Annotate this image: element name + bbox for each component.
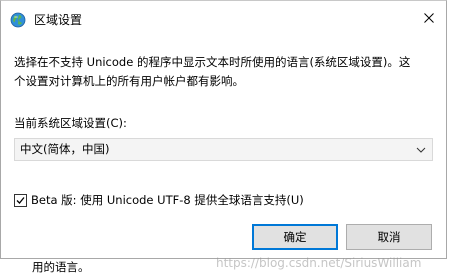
background-window-text: 用的语言。 <box>32 260 90 274</box>
chevron-down-icon <box>416 147 426 153</box>
utf8-option[interactable]: Beta 版: 使用 Unicode UTF-8 提供全球语言支持(U) <box>14 192 304 208</box>
utf8-checkbox-label[interactable]: Beta 版: 使用 Unicode UTF-8 提供全球语言支持(U) <box>31 192 304 208</box>
utf8-checkbox[interactable] <box>14 193 27 207</box>
close-button[interactable] <box>416 5 442 31</box>
cancel-button[interactable]: 取消 <box>346 224 432 250</box>
description-line-1: 选择在不支持 Unicode 的程序中显示文本时所使用的语言(系统区域设置)。这 <box>14 55 411 69</box>
description-line-2: 个设置对计算机上的所有用户帐户都有影响。 <box>14 74 244 88</box>
locale-label: 当前系统区域设置(C): <box>14 116 127 130</box>
watermark-text: https://blog.csdn.net/SiriusWilliam <box>216 256 422 270</box>
locale-select[interactable]: 中文(简体，中国) <box>14 138 433 161</box>
window-title: 区域设置 <box>34 13 83 27</box>
globe-icon <box>10 12 26 28</box>
ok-button[interactable]: 确定 <box>252 224 338 250</box>
title-bar: 区域设置 <box>1 1 446 36</box>
description-text: 选择在不支持 Unicode 的程序中显示文本时所使用的语言(系统区域设置)。这… <box>14 53 442 91</box>
checkmark-icon <box>16 196 25 204</box>
locale-selected-value: 中文(简体，中国) <box>20 142 110 156</box>
region-settings-dialog: 区域设置 选择在不支持 Unicode 的程序中显示文本时所使用的语言(系统区域… <box>0 0 447 259</box>
close-icon <box>424 13 434 23</box>
